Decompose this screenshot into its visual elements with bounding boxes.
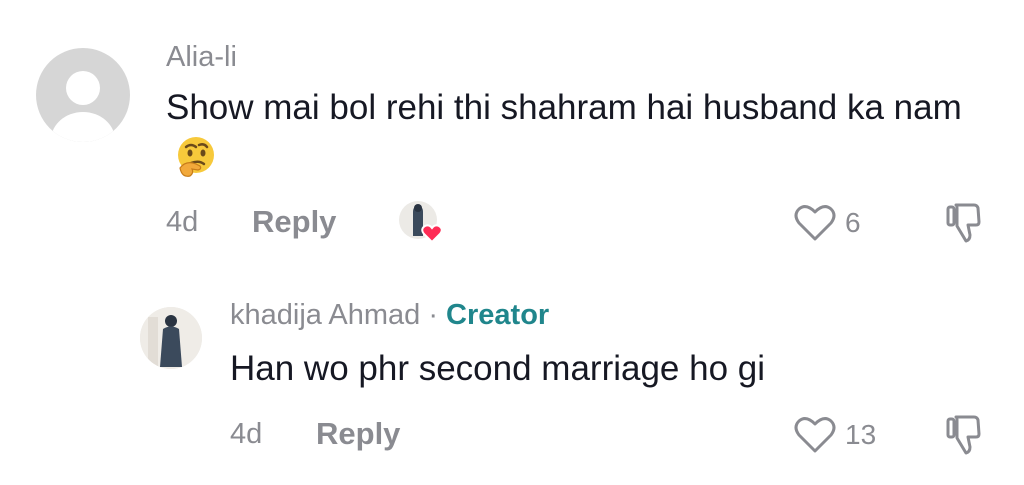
avatar[interactable] [36,48,130,142]
like-count: 6 [845,207,861,238]
creator-liked-indicator [398,200,444,244]
thinking-face-icon [178,137,214,177]
comment-username[interactable]: Alia-li [166,41,237,74]
creator-photo-icon [140,307,202,369]
comment-age: 4d [166,206,199,238]
reply-age: 4d [230,418,263,450]
creator-avatar[interactable] [140,307,202,369]
reply-like-count: 13 [845,419,877,450]
reply-username-line: khadija Ahmad · Creator [230,299,549,332]
comment-text-content: Show mai bol rehi thi shahram hai husban… [166,88,962,127]
comment-text: Show mai bol rehi thi shahram hai husban… [166,82,966,187]
reply-like-button[interactable] [793,415,837,460]
like-button[interactable] [793,203,837,248]
dislike-button[interactable] [944,201,988,250]
creator-badge: Creator [446,299,550,331]
default-avatar-icon [51,71,115,142]
reply-button[interactable]: Reply [252,204,336,240]
thumbs-down-icon [946,415,981,455]
reply-username[interactable]: khadija Ahmad [230,299,420,331]
reply-dislike-button[interactable] [944,413,988,462]
separator-dot: · [428,299,438,331]
reply-to-reply-button[interactable]: Reply [316,416,400,452]
heart-icon [794,417,836,453]
thumbs-down-icon [946,203,981,243]
creator-avatar-heart-icon [399,201,443,244]
reply-text: Han wo phr second marriage ho gi [230,349,766,388]
heart-icon [794,205,836,241]
